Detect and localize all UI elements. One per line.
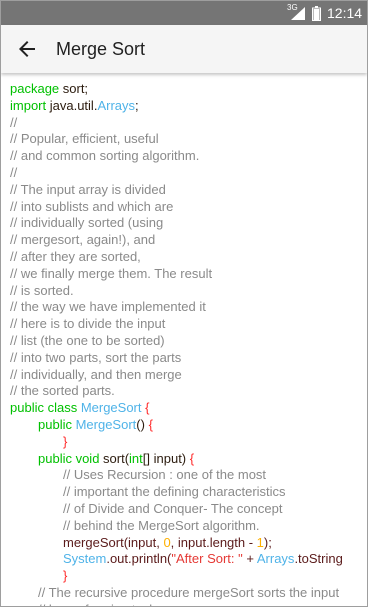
- code-token: +: [242, 551, 257, 567]
- code-token: // the way we have implemented it: [10, 299, 206, 315]
- code-token: // individually, and then merge: [10, 366, 182, 382]
- code-line: // into two parts, sort the parts: [10, 349, 367, 367]
- code-token: MergeSort: [80, 400, 146, 416]
- app-bar: Merge Sort: [1, 25, 367, 73]
- code-token: {: [145, 400, 150, 416]
- code-line: //: [10, 114, 367, 132]
- code-token: // after they are sorted,: [10, 248, 141, 264]
- code-line: public void sort(int[] input) {: [10, 450, 367, 468]
- code-token: // into two parts, sort the parts: [10, 349, 182, 365]
- code-token: );: [263, 534, 272, 550]
- code-line: mergeSort(input, 0, input.length - 1);: [10, 534, 367, 552]
- code-token: public class: [10, 400, 81, 416]
- code-token: public void: [38, 450, 104, 466]
- code-line: public class MergeSort {: [10, 400, 367, 417]
- code-line: System.out.println("After Sort: " + Arra…: [10, 551, 367, 568]
- code-line: // the sorted parts.: [10, 383, 367, 400]
- code-token: (): [136, 416, 149, 432]
- code-line: // and common sorting algorithm.: [10, 148, 367, 165]
- code-line: public MergeSort() {: [10, 416, 367, 434]
- code-line: // The recursive procedure mergeSort sor…: [10, 584, 367, 602]
- code-token: // mergesort, again!), and: [10, 232, 156, 248]
- code-token: ;: [135, 97, 139, 113]
- signal-icon: [291, 7, 305, 20]
- code-line: import java.util.Arrays;: [10, 97, 367, 115]
- code-token: .out.println(: [106, 551, 172, 567]
- code-token: // by performing task ...: [38, 602, 170, 606]
- code-line: // individually, and then merge: [10, 366, 367, 384]
- code-token: {: [189, 450, 195, 466]
- code-token: public: [38, 416, 76, 432]
- code-line: }: [10, 433, 367, 451]
- code-token: // and common sorting algorithm.: [10, 148, 200, 164]
- code-token: // Popular, efficient, useful: [10, 131, 159, 147]
- code-token: java.util.: [49, 97, 98, 113]
- code-token: // the sorted parts.: [10, 383, 115, 399]
- code-token: // The recursive procedure mergeSort sor…: [38, 584, 340, 600]
- code-line: // Popular, efficient, useful: [10, 131, 367, 148]
- code-token: // into sublists and which are: [10, 198, 174, 214]
- code-line: // individually sorted (using: [10, 215, 367, 232]
- code-token: import: [10, 97, 50, 113]
- app-window: 3G 12:14 Merge Sort package sort; import …: [0, 0, 368, 607]
- arrow-left-icon[interactable]: [15, 37, 39, 61]
- code-token: [] input): [142, 450, 190, 466]
- code-line: // by performing task ...: [10, 602, 367, 606]
- code-line: // of Divide and Conquer- The concept: [10, 500, 367, 518]
- code-token: System: [63, 551, 107, 567]
- status-bar: 3G 12:14: [1, 1, 367, 25]
- code-token: Arrays: [97, 97, 135, 113]
- code-line: // The input array is divided: [10, 181, 367, 199]
- code-token: // of Divide and Conquer- The concept: [63, 500, 283, 516]
- code-line: // important the defining characteristic…: [10, 484, 367, 501]
- code-token: // list (the one to be sorted): [10, 332, 165, 348]
- code-token: // here is to divide the input: [10, 316, 166, 332]
- status-time: 12:14: [327, 5, 363, 21]
- code-token: MergeSort: [75, 416, 137, 432]
- code-token: {: [148, 416, 153, 432]
- code-token: }: [63, 433, 68, 449]
- code-line: // list (the one to be sorted): [10, 332, 367, 350]
- code-token: int: [129, 450, 143, 466]
- code-token: }: [63, 568, 68, 584]
- code-token: // important the defining characteristic…: [63, 484, 286, 500]
- code-token: //: [10, 114, 18, 130]
- code-token: 0: [163, 534, 171, 550]
- code-token: // Uses Recursion : one of the most: [63, 467, 267, 483]
- code-token: //: [10, 164, 18, 180]
- code-token: // behind the MergeSort algorithm.: [63, 517, 260, 533]
- code-token: , input.length -: [170, 534, 257, 550]
- code-token: package: [10, 81, 63, 96]
- code-line: // behind the MergeSort algorithm.: [10, 517, 367, 535]
- battery-icon: [312, 6, 321, 21]
- code-line: // here is to divide the input: [10, 316, 367, 333]
- code-token: 1: [256, 534, 264, 550]
- code-line: }: [10, 568, 367, 585]
- code-token: // is sorted.: [10, 282, 74, 298]
- code-token: Arrays: [256, 551, 295, 567]
- code-token: sort(: [103, 450, 130, 466]
- page-title: Merge Sort: [56, 39, 146, 59]
- code-line: // mergesort, again!), and: [10, 232, 367, 249]
- code-line: //: [10, 164, 367, 182]
- code-token: "After Sort: ": [171, 551, 243, 567]
- code-token: .toString: [294, 551, 343, 567]
- code-line: // Uses Recursion : one of the most: [10, 467, 367, 484]
- code-token: sort;: [62, 81, 89, 96]
- code-line: // into sublists and which are: [10, 198, 367, 216]
- code-line: package sort;: [10, 81, 367, 98]
- code-line: // we finally merge them. The result: [10, 265, 367, 283]
- code-line: // the way we have implemented it: [10, 299, 367, 316]
- code-line: // after they are sorted,: [10, 248, 367, 266]
- code-token: // The input array is divided: [10, 181, 166, 197]
- code-line: // is sorted.: [10, 282, 367, 300]
- code-token: // individually sorted (using: [10, 215, 164, 231]
- code-token: mergeSort(input,: [63, 534, 164, 550]
- code-view: package sort; import java.util.Arrays;///…: [10, 81, 367, 606]
- code-token: // we finally merge them. The result: [10, 265, 213, 281]
